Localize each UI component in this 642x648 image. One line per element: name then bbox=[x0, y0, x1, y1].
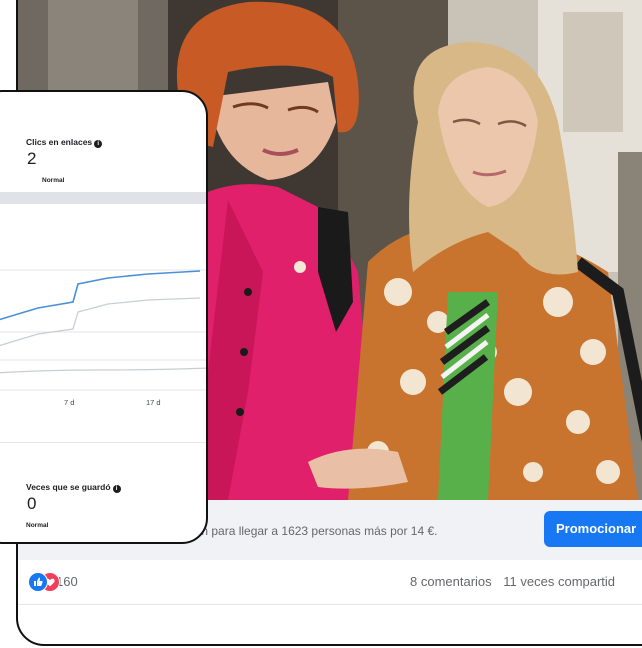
engagement-row: 160 8 comentarios 11 veces compartid bbox=[18, 560, 642, 605]
saves-status: Normal bbox=[26, 522, 49, 529]
comments-count[interactable]: 8 comentarios bbox=[410, 574, 492, 589]
link-clicks-value: 2 bbox=[27, 149, 37, 168]
screenshot-stage: ción para llegar a 1623 personas más por… bbox=[0, 0, 642, 648]
chart-line-secondary bbox=[0, 297, 201, 347]
link-clicks-title: Clics en enlaces i bbox=[26, 137, 103, 148]
chart-header-band bbox=[0, 192, 206, 204]
saves-value: 0 bbox=[27, 494, 37, 513]
chart-line-baseline bbox=[0, 367, 206, 374]
link-clicks-title-text: Clics en enlaces bbox=[26, 137, 93, 147]
like-icon bbox=[28, 572, 48, 592]
info-icon[interactable]: i bbox=[94, 140, 103, 148]
section-divider bbox=[0, 442, 206, 443]
promotion-text: ción para llegar a 1623 personas más por… bbox=[186, 524, 438, 538]
saves-title: Veces que se guardó i bbox=[26, 482, 121, 493]
insights-card: Clics en enlaces i 2 Normal 7 d 17 d Vece… bbox=[0, 90, 208, 544]
promote-button[interactable]: Promocionar bbox=[544, 511, 642, 547]
info-icon[interactable]: i bbox=[112, 485, 121, 493]
saves-title-text: Veces que se guardó bbox=[26, 482, 111, 492]
chart-tick-label: 7 d bbox=[64, 398, 75, 407]
chart-line-primary bbox=[0, 270, 201, 321]
link-clicks-status: Normal bbox=[42, 177, 65, 184]
shares-count[interactable]: 11 veces compartid bbox=[503, 574, 615, 589]
engagement-stats: 8 comentarios 11 veces compartid bbox=[410, 574, 615, 589]
trend-chart bbox=[0, 269, 206, 391]
chart-tick-label: 17 d bbox=[146, 398, 161, 407]
